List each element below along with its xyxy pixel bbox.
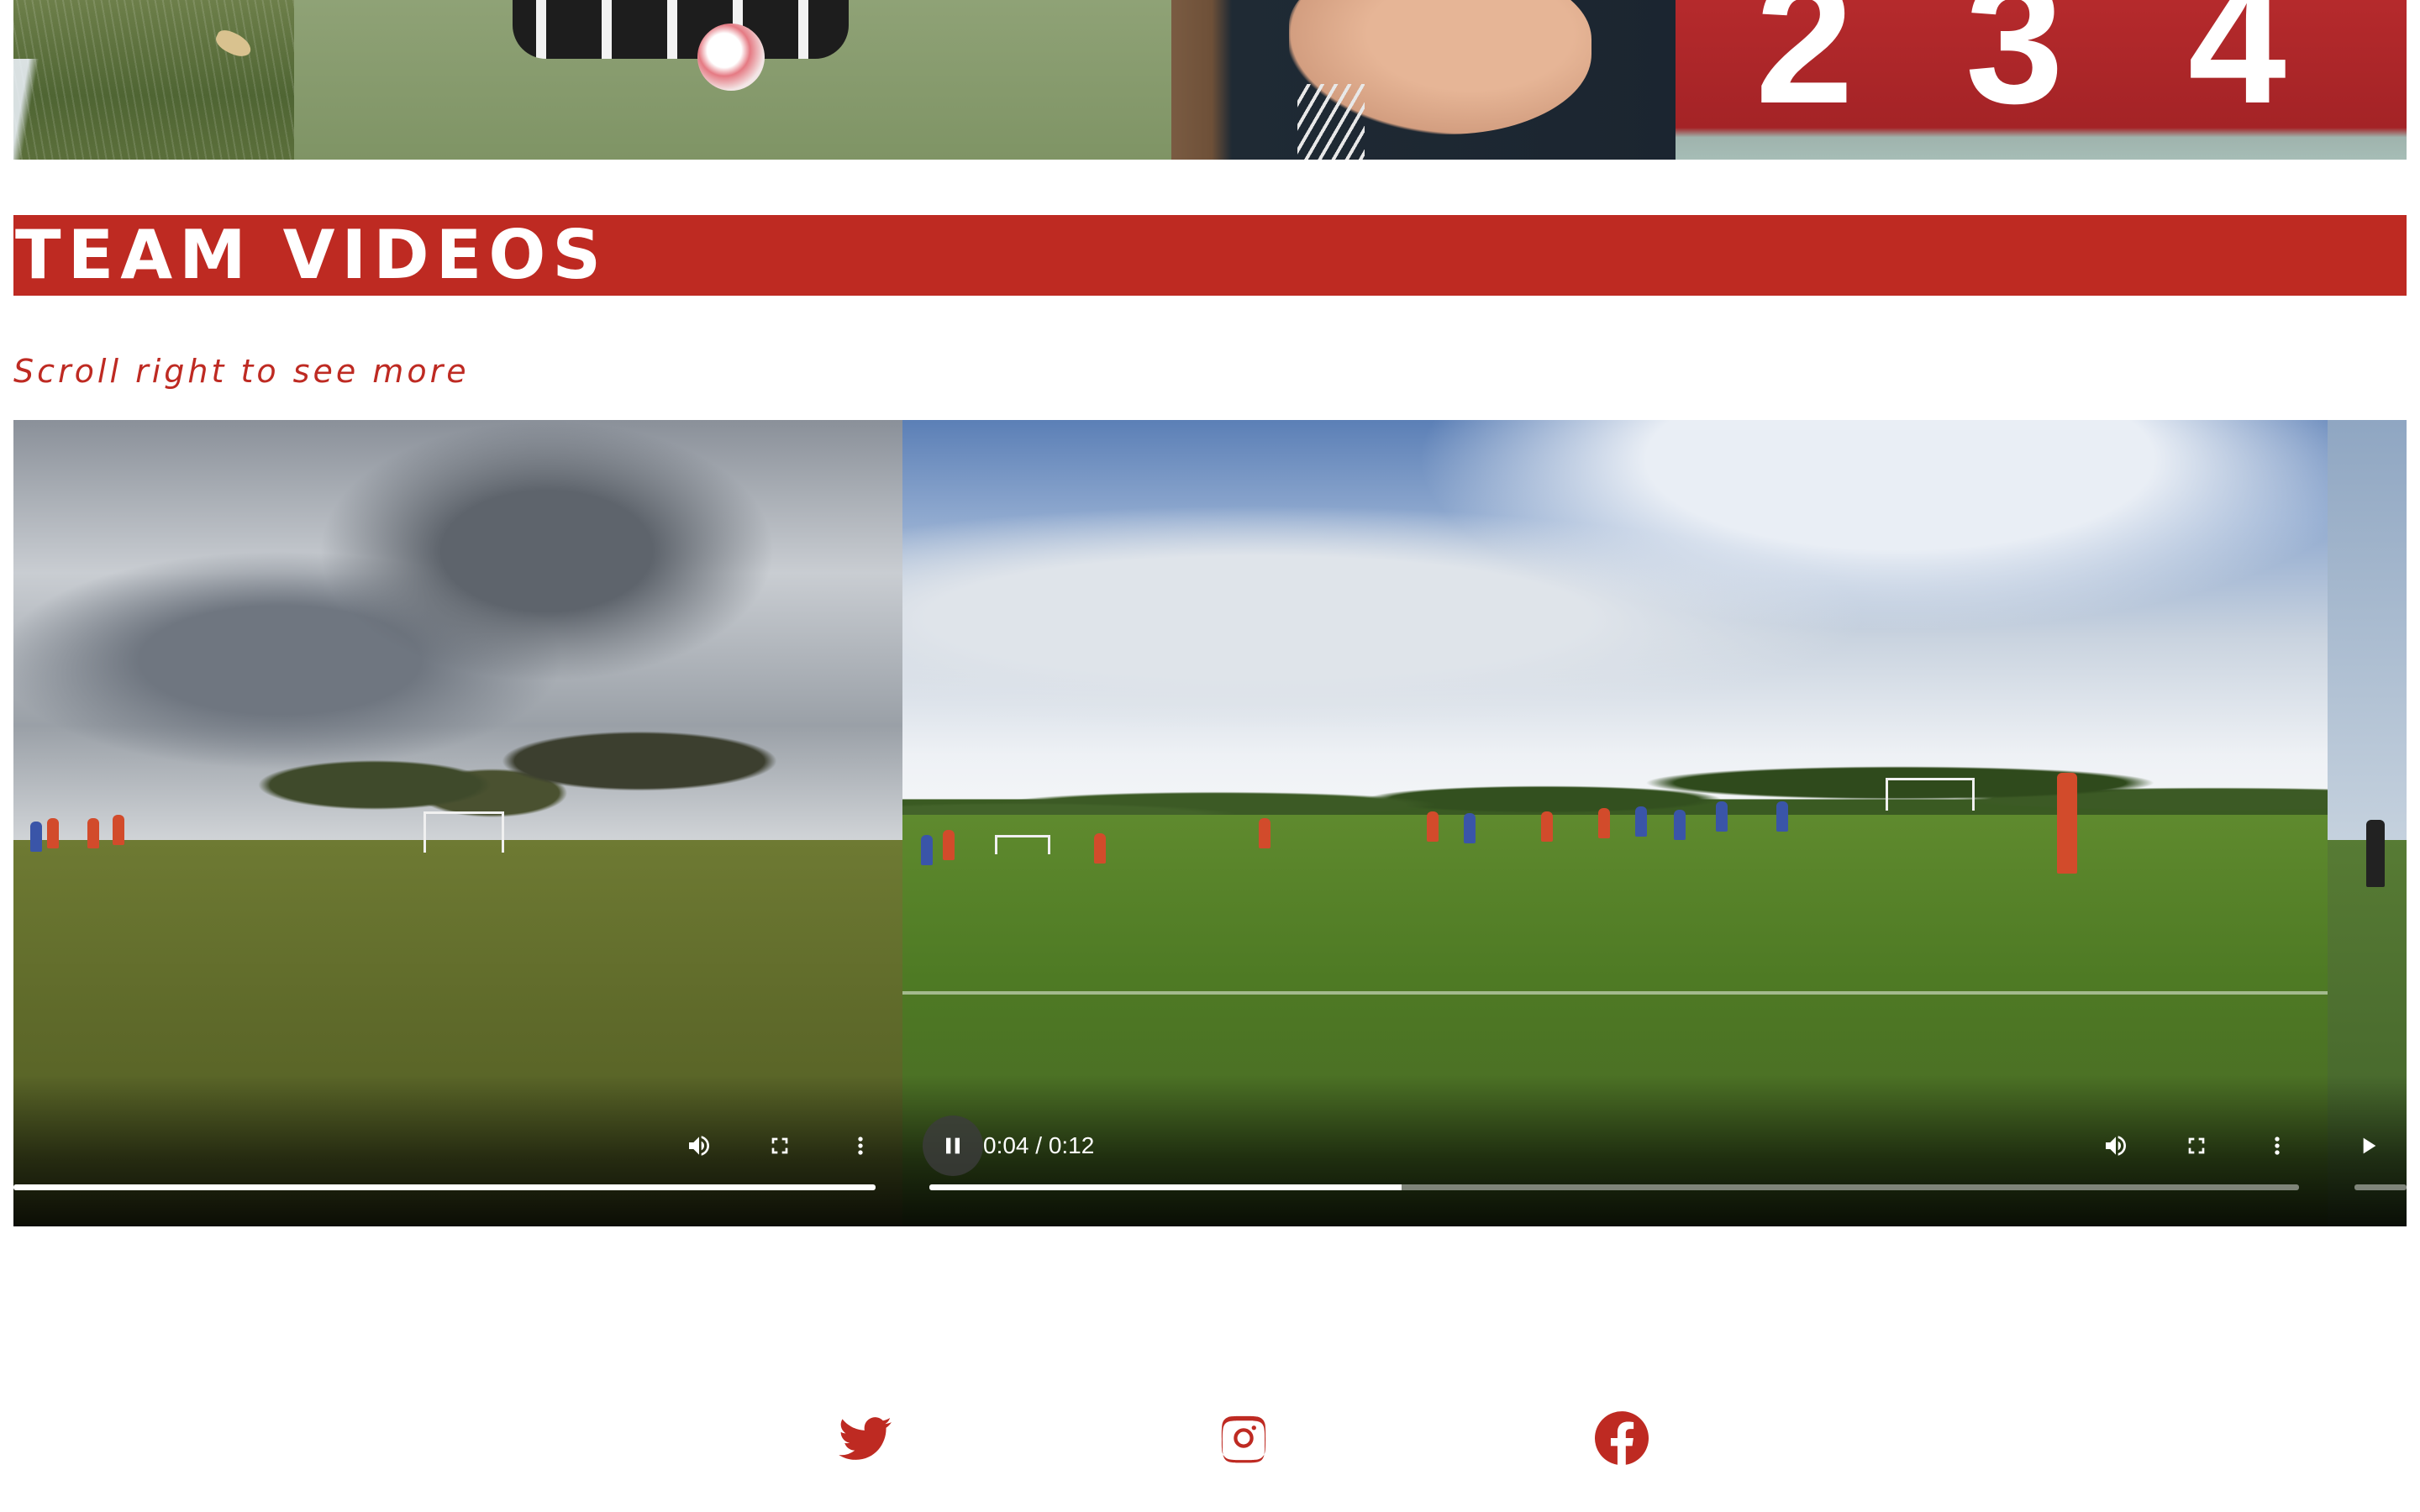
player-figure [2366,820,2385,887]
video-player-3[interactable] [2328,420,2407,1226]
time-display: 0:04 / 0:12 [983,1132,1095,1158]
scroll-hint: Scroll right to see more [13,353,470,390]
pitch-line-image [13,59,64,160]
goal-post [424,811,504,853]
gallery-photo-team-ball[interactable] [294,0,1171,160]
volume-button[interactable] [2094,1124,2138,1168]
video-player-2[interactable]: 0:04 / 0:12 [902,420,2328,1226]
more-vertical-icon [858,1137,863,1155]
players-legs-image [513,0,849,59]
video-frame-sky [2328,420,2407,857]
play-button[interactable] [2346,1124,2390,1168]
player-figure [1541,811,1553,842]
more-vertical-icon [2275,1137,2280,1155]
facebook-icon [1595,1411,1649,1465]
progress-track[interactable] [2354,1184,2407,1190]
facebook-link[interactable] [1595,1411,1649,1465]
progress-track[interactable] [13,1184,876,1190]
leaf-image [212,26,255,61]
progress-fill [929,1184,1402,1190]
player-figure [1635,806,1647,837]
player-figure [1598,808,1610,838]
player-figure [1464,813,1476,843]
instagram-link[interactable] [1217,1411,1270,1465]
play-icon [2363,1137,2376,1154]
player-figure [113,815,124,845]
player-figure [1776,801,1788,832]
sleeve-stripes-image [1297,84,1365,160]
pause-button[interactable] [923,1116,983,1176]
football-image [697,24,765,91]
section-title: TEAM VIDEOS [15,216,608,294]
player-figure [943,830,955,860]
progress-track[interactable] [929,1184,2299,1190]
twitter-icon [839,1417,892,1460]
video-gallery[interactable]: 0:04 / 0:12 [13,420,2407,1226]
volume-icon [2106,1136,2126,1156]
player-figure [1716,801,1728,832]
player-figure [921,835,933,865]
player-figure [1674,810,1686,840]
pause-icon [946,1137,960,1154]
player-figure [30,822,42,852]
progress-fill [13,1184,876,1190]
volume-icon [689,1136,709,1156]
gallery-photo-arm[interactable] [1171,0,1676,160]
jersey-number: 3 [1965,0,2064,140]
player-figure-foreground [2057,773,2077,874]
player-figure [1427,811,1439,842]
gallery-photo-jerseys[interactable]: 2 3 4 [1676,0,2407,160]
player-figure [87,818,99,848]
gallery-photo-grass[interactable] [13,0,294,160]
more-options-button[interactable] [2255,1124,2299,1168]
twitter-link[interactable] [839,1411,892,1465]
instagram-icon [1221,1415,1266,1463]
video-player-1[interactable] [13,420,902,1226]
player-figure [47,818,59,848]
volume-button[interactable] [677,1124,721,1168]
fullscreen-button[interactable] [758,1124,802,1168]
fullscreen-icon [2188,1137,2205,1154]
player-figure [1259,818,1270,848]
more-options-button[interactable] [839,1124,882,1168]
fullscreen-button[interactable] [2175,1124,2218,1168]
pitch-line [902,991,2328,995]
goal-post [995,835,1050,854]
fullscreen-icon [771,1137,788,1154]
jersey-number: 4 [2188,0,2286,140]
section-banner: TEAM VIDEOS [13,215,2407,296]
jersey-number: 2 [1755,0,1854,140]
player-figure [1094,833,1106,864]
goal-post [1886,778,1975,811]
